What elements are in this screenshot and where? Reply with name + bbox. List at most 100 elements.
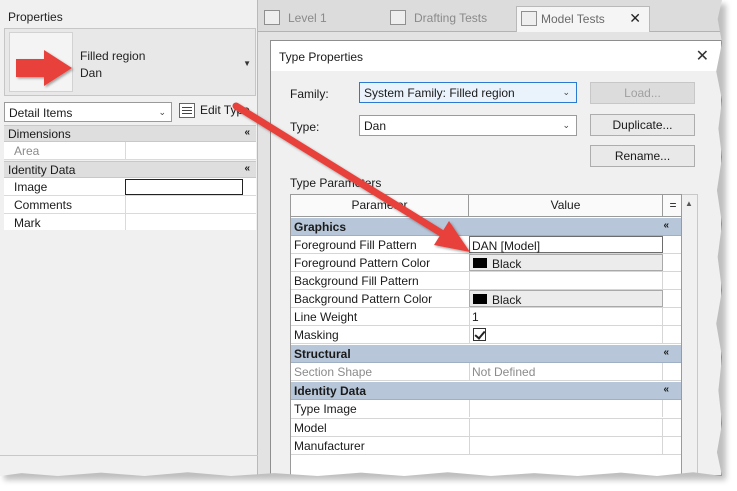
type-name-label: Dan xyxy=(80,66,103,80)
param-value-cell[interactable] xyxy=(469,400,663,417)
type-select[interactable]: Dan ⌄ xyxy=(359,115,577,136)
param-name: Background Fill Pattern xyxy=(294,274,419,288)
param-name: Model xyxy=(294,421,327,435)
param-row-foreground-pattern-color[interactable]: Foreground Pattern Color Black xyxy=(291,254,681,272)
collapse-icon[interactable]: « xyxy=(244,127,250,138)
close-icon[interactable]: ✕ xyxy=(696,46,709,66)
type-family-label: Filled region xyxy=(80,49,146,63)
type-label: Type: xyxy=(290,120,320,134)
column-header-formula[interactable]: = xyxy=(663,195,681,217)
param-value-cell[interactable] xyxy=(469,272,663,289)
edit-type-label: Edit Type xyxy=(200,103,250,117)
section-label: Identity Data xyxy=(8,163,76,177)
type-parameters-label: Type Parameters xyxy=(290,176,382,190)
param-value: Black xyxy=(492,293,522,307)
param-name: Masking xyxy=(294,328,339,342)
param-name: Foreground Fill Pattern xyxy=(294,238,417,252)
category-filter-select[interactable]: Detail Items ⌄ xyxy=(4,102,172,122)
collapse-icon[interactable]: « xyxy=(663,220,669,231)
property-row-comments[interactable]: Comments xyxy=(4,196,256,214)
family-label: Family: xyxy=(290,87,329,101)
scroll-up-icon[interactable]: ▲ xyxy=(685,199,693,208)
param-name: Background Pattern Color xyxy=(294,292,433,306)
property-value[interactable] xyxy=(125,214,256,231)
param-value: Not Defined xyxy=(472,365,536,379)
param-row-foreground-fill-pattern[interactable]: Foreground Fill Pattern DAN [Model] xyxy=(291,236,681,254)
collapse-icon[interactable]: « xyxy=(663,384,669,395)
drafting-view-icon xyxy=(390,10,406,25)
properties-title: Properties xyxy=(8,10,63,24)
edit-type-button[interactable]: Edit Type xyxy=(176,100,256,122)
property-value[interactable] xyxy=(125,196,256,213)
property-row-area: Area xyxy=(4,142,256,160)
tab-label: Model Tests xyxy=(541,12,605,26)
grid-scrollbar[interactable]: ▲ xyxy=(682,194,698,476)
image-value-field[interactable] xyxy=(125,179,243,195)
param-row-background-pattern-color[interactable]: Background Pattern Color Black xyxy=(291,290,681,308)
type-thumbnail xyxy=(9,32,73,92)
section-header-dimensions[interactable]: Dimensions « xyxy=(4,125,256,142)
family-select[interactable]: System Family: Filled region ⌄ xyxy=(359,82,577,103)
tab-label: Drafting Tests xyxy=(414,11,488,25)
floor-plan-icon xyxy=(521,11,537,26)
param-name: Type Image xyxy=(294,402,357,416)
param-row-background-fill-pattern[interactable]: Background Fill Pattern xyxy=(291,272,681,290)
property-name: Image xyxy=(14,180,48,194)
chevron-down-icon: ⌄ xyxy=(562,87,570,97)
group-label: Structural xyxy=(294,347,351,361)
type-selector[interactable]: Filled region Dan ▼ xyxy=(4,28,256,96)
param-row-type-image[interactable]: Type Image xyxy=(291,400,681,419)
param-name: Line Weight xyxy=(294,310,358,324)
param-value-cell[interactable] xyxy=(469,326,663,343)
group-label: Identity Data xyxy=(294,384,367,398)
foreground-fill-pattern-field[interactable]: DAN [Model] xyxy=(469,236,663,253)
type-parameters-grid: Parameter Value = Graphics « Foreground … xyxy=(290,194,682,476)
screenshot-frame: Properties Filled region Dan ▼ Detail It… xyxy=(0,0,722,476)
param-value-cell[interactable] xyxy=(469,437,663,454)
foreground-color-button[interactable]: Black xyxy=(469,254,663,271)
param-row-manufacturer[interactable]: Manufacturer xyxy=(291,437,681,455)
tab-model-tests[interactable]: Model Tests ✕ xyxy=(516,6,650,32)
param-row-model[interactable]: Model xyxy=(291,419,681,437)
param-row-line-weight[interactable]: Line Weight 1 xyxy=(291,308,681,326)
rename-button[interactable]: Rename... xyxy=(590,145,695,167)
param-name: Foreground Pattern Color xyxy=(294,256,431,270)
view-tabs: Level 1 Drafting Tests Model Tests ✕ xyxy=(258,0,722,32)
collapse-icon[interactable]: « xyxy=(663,347,669,358)
property-row-image[interactable]: Image xyxy=(4,178,256,196)
column-header-parameter[interactable]: Parameter xyxy=(291,195,469,217)
masking-checkbox[interactable] xyxy=(473,328,486,341)
param-name: Section Shape xyxy=(294,365,373,379)
collapse-icon[interactable]: « xyxy=(244,163,250,174)
param-name: Manufacturer xyxy=(294,439,365,453)
chevron-down-icon[interactable]: ▼ xyxy=(243,59,251,68)
tab-drafting-tests[interactable]: Drafting Tests xyxy=(390,6,510,32)
dialog-titlebar: Type Properties ✕ xyxy=(271,41,721,71)
family-select-value: System Family: Filled region xyxy=(364,86,515,100)
property-name: Area xyxy=(14,144,40,158)
group-header-structural[interactable]: Structural « xyxy=(291,345,681,363)
section-label: Dimensions xyxy=(8,127,71,141)
background-color-button[interactable]: Black xyxy=(469,290,663,307)
tab-label: Level 1 xyxy=(288,11,327,25)
duplicate-button[interactable]: Duplicate... xyxy=(590,114,695,136)
param-value-cell[interactable]: 1 xyxy=(469,308,663,325)
tab-level-1[interactable]: Level 1 xyxy=(264,6,374,32)
property-value xyxy=(125,142,256,159)
param-value-cell[interactable] xyxy=(469,419,663,436)
param-row-masking[interactable]: Masking xyxy=(291,326,681,344)
close-icon[interactable]: ✕ xyxy=(629,10,641,27)
param-value: Black xyxy=(492,257,522,271)
param-value-cell: Not Defined xyxy=(469,363,663,380)
color-swatch xyxy=(473,294,487,304)
section-header-identity-data[interactable]: Identity Data « xyxy=(4,161,256,178)
column-header-value[interactable]: Value xyxy=(469,195,663,217)
type-select-value: Dan xyxy=(364,119,387,133)
category-filter-value: Detail Items xyxy=(9,106,73,120)
group-header-graphics[interactable]: Graphics « xyxy=(291,218,681,236)
group-header-identity-data[interactable]: Identity Data « xyxy=(291,382,681,400)
type-properties-dialog: Type Properties ✕ Family: System Family:… xyxy=(270,40,722,476)
edit-type-icon xyxy=(179,103,195,118)
load-button[interactable]: Load... xyxy=(590,82,695,104)
properties-palette: Properties Filled region Dan ▼ Detail It… xyxy=(0,0,258,476)
